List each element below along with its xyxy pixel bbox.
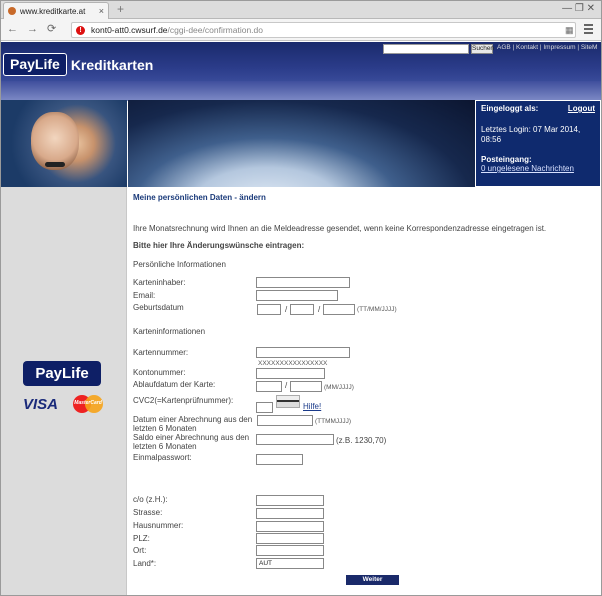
browser-window: www.kreditkarte.at × + — ❐ ✕ ← → ⟳ ! kon… <box>0 0 602 596</box>
mastercard-logo: MasterCard <box>73 395 103 415</box>
address-bar[interactable]: ! kont0-att0.cwsurf.de /cggi-dee/confirm… <box>71 22 576 38</box>
label-kartennummer: Kartennummer: <box>133 348 189 357</box>
mastercard-text: MasterCard <box>74 400 102 406</box>
einmalpasswort-input[interactable] <box>256 454 303 465</box>
expiry-hint: (MM/JJJJ) <box>324 384 354 391</box>
email-input[interactable] <box>256 290 338 301</box>
label-einmalpasswort: Einmalpasswort: <box>133 453 192 462</box>
visa-logo: VISA <box>23 396 59 413</box>
tab-title: www.kreditkarte.at <box>20 6 86 16</box>
birthdate-hint: (TT/MM/JJJJ) <box>357 306 397 313</box>
kartennummer-input[interactable] <box>256 347 350 358</box>
label-ort: Ort: <box>133 546 147 555</box>
logo-kreditkarten: Kreditkarten <box>70 56 154 73</box>
label-kontonummer: Kontonummer: <box>133 368 186 377</box>
label-email: Email: <box>133 291 156 300</box>
site-search-input[interactable] <box>383 44 469 54</box>
weiter-button[interactable]: Weiter <box>346 575 399 585</box>
navigation-bar: ← → ⟳ ! kont0-att0.cwsurf.de /cggi-dee/c… <box>1 19 601 41</box>
logout-link[interactable]: Logout <box>568 104 595 113</box>
paylife-badge: PayLife <box>23 361 101 386</box>
forward-icon[interactable]: → <box>27 22 38 36</box>
strasse-input[interactable] <box>256 508 324 519</box>
instruction-text: Bitte hier Ihre Änderungswünsche eintrag… <box>133 241 305 250</box>
section-personal: Persönliche Informationen <box>133 260 226 269</box>
page: PayLife Kreditkarten Suchen AGB | Kontak… <box>1 42 601 595</box>
logo-paylife: PayLife <box>3 53 67 76</box>
headset-icon <box>45 162 65 167</box>
expiry-year-input[interactable] <box>290 381 322 392</box>
label-co: c/o (z.H.): <box>133 495 168 504</box>
label-hausnummer: Hausnummer: <box>133 521 184 530</box>
label-karteninhaber: Karteninhaber: <box>133 278 186 287</box>
saldo-input[interactable] <box>256 434 334 445</box>
earth-image <box>128 100 475 187</box>
abrechnung-hint: (TTMMJJJJ) <box>315 418 352 425</box>
birth-year-input[interactable] <box>323 304 355 315</box>
search-button[interactable]: Suchen <box>471 44 494 54</box>
intro-text: Ihre Monatsrechnung wird Ihnen an die Me… <box>133 224 547 233</box>
date-sep-1: / <box>285 305 288 314</box>
expiry-month-input[interactable] <box>256 381 282 392</box>
url-host: kont0-att0.cwsurf.de <box>91 25 168 35</box>
label-land: Land*: <box>133 559 157 568</box>
login-panel: Eingeloggt als: Logout Letztes Login: 07… <box>475 100 601 187</box>
label-ablaufdatum: Ablaufdatum der Karte: <box>133 380 216 389</box>
page-action-icon[interactable]: ▦ <box>565 23 574 37</box>
support-agent-image <box>1 100 127 187</box>
label-abrechnung-datum: Datum einer Abrechnung aus den letzten 6… <box>133 415 253 433</box>
section-card: Karteninformationen <box>133 327 206 336</box>
new-tab-button[interactable]: + <box>117 3 124 16</box>
label-saldo: Saldo einer Abrechnung aus den letzten 6… <box>133 433 250 451</box>
header-strip <box>1 81 601 101</box>
expiry-sep: / <box>285 381 288 390</box>
birth-month-input[interactable] <box>290 304 314 315</box>
reload-icon[interactable]: ⟳ <box>47 22 56 36</box>
browser-menu-icon[interactable] <box>584 24 594 36</box>
label-plz: PLZ: <box>133 534 150 543</box>
card-back-icon <box>276 395 300 408</box>
back-icon[interactable]: ← <box>7 22 18 36</box>
paylife-logo[interactable]: PayLife Kreditkarten <box>3 53 159 76</box>
birth-day-input[interactable] <box>257 304 281 315</box>
window-controls[interactable]: — ❐ ✕ <box>562 2 595 15</box>
label-strasse: Strasse: <box>133 508 163 517</box>
saldo-hint: (z.B. 1230,70) <box>336 436 387 445</box>
co-input[interactable] <box>256 495 324 506</box>
cvc-input[interactable] <box>256 402 273 413</box>
hausnummer-input[interactable] <box>256 521 324 532</box>
form-content: Meine persönlichen Daten - ändern Ihre M… <box>128 187 601 595</box>
ort-input[interactable] <box>256 545 324 556</box>
abrechnung-datum-input[interactable] <box>257 415 313 426</box>
url-path: /cggi-dee/confirmation.do <box>167 25 263 35</box>
help-link[interactable]: Hilfe! <box>303 402 321 411</box>
kontonummer-input[interactable] <box>256 368 325 379</box>
browser-tab[interactable]: www.kreditkarte.at × <box>3 2 109 19</box>
logged-in-label: Eingeloggt als: <box>481 104 539 113</box>
karteninhaber-input[interactable] <box>256 277 350 288</box>
label-cvc: CVC2(=Kartenprüfnummer): <box>133 396 234 405</box>
inbox-label: Posteingang: <box>481 155 532 164</box>
favicon-icon <box>8 7 16 15</box>
masked-card-number: XXXXXXXXXXXXXXXX <box>258 360 328 367</box>
label-geburtsdatum: Geburtsdatum <box>133 303 184 312</box>
insecure-warning-icon[interactable]: ! <box>76 25 85 35</box>
sidebar: PayLife VISA MasterCard <box>1 187 127 595</box>
date-sep-2: / <box>318 305 321 314</box>
land-input[interactable]: AUT <box>256 558 324 569</box>
page-title: Meine persönlichen Daten - ändern <box>133 193 266 202</box>
unread-messages-link[interactable]: 0 ungelesene Nachrichten <box>481 164 595 173</box>
tab-bar: www.kreditkarte.at × + — ❐ ✕ <box>1 1 601 19</box>
top-links[interactable]: AGB | Kontakt | Impressum | SiteM <box>497 44 597 51</box>
plz-input[interactable] <box>256 533 324 544</box>
tab-close-icon[interactable]: × <box>99 6 104 16</box>
last-login: Letztes Login: 07 Mar 2014, 08:56 <box>481 125 581 144</box>
